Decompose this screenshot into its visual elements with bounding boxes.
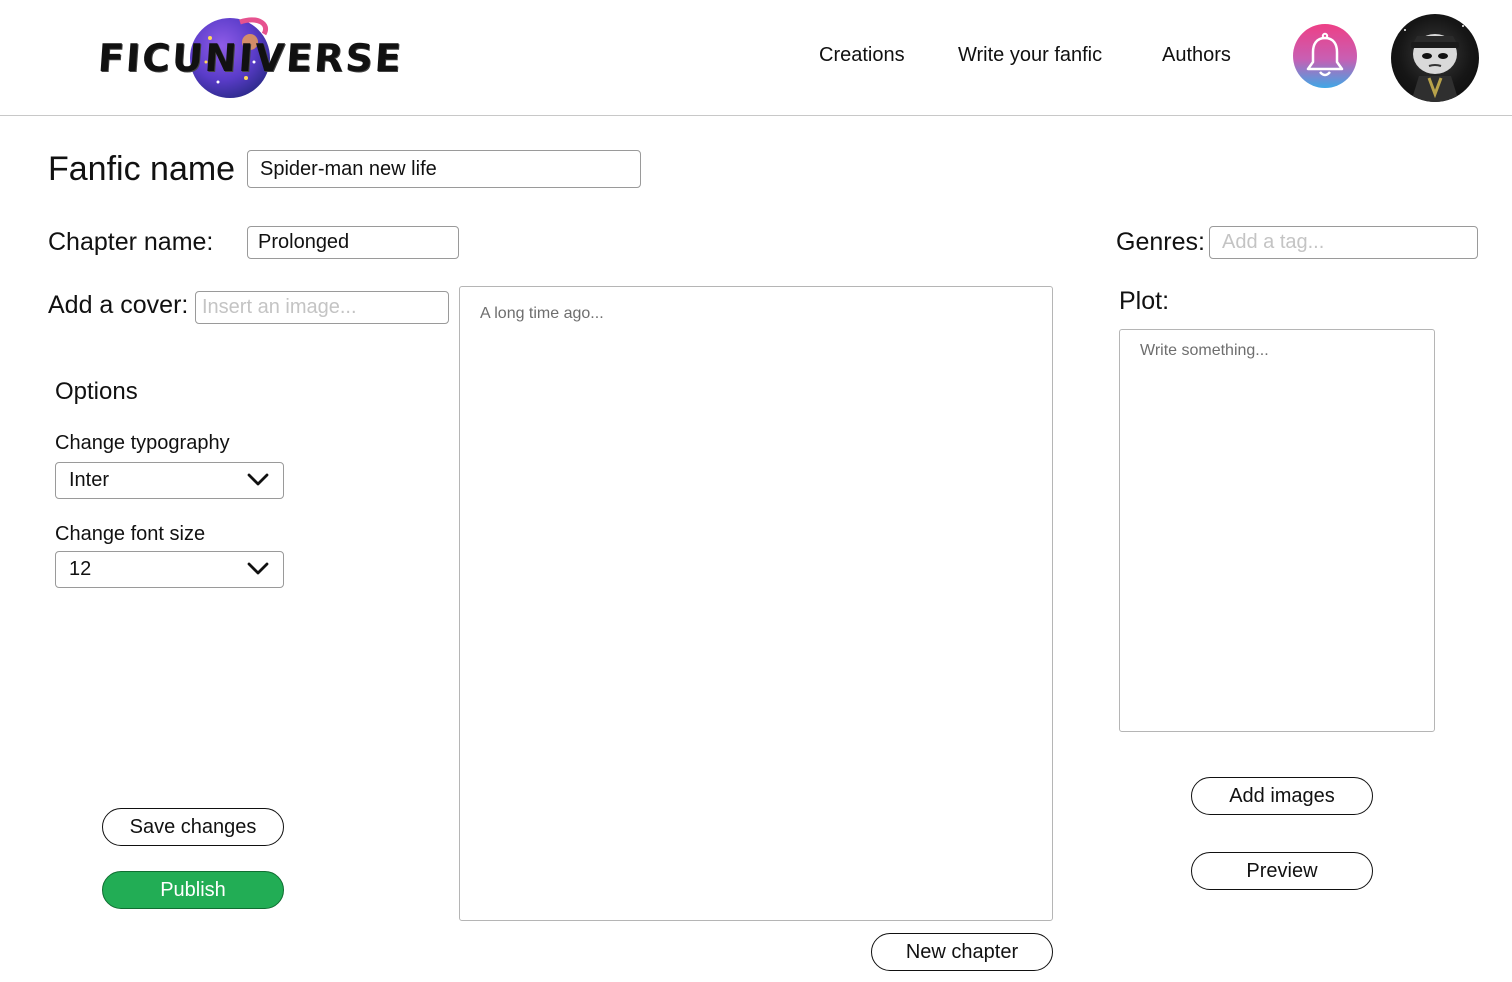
chapter-name-label: Chapter name:	[48, 228, 214, 256]
story-editor[interactable]	[459, 286, 1053, 921]
fanfic-name-input[interactable]	[247, 150, 641, 188]
plot-textarea[interactable]	[1119, 329, 1435, 732]
user-avatar-icon	[1404, 25, 1464, 102]
cover-image-input[interactable]	[195, 291, 449, 324]
font-size-select[interactable]: 12	[55, 551, 284, 588]
add-images-button[interactable]: Add images	[1191, 777, 1373, 815]
chapter-name-input[interactable]	[247, 226, 459, 259]
nav-authors[interactable]: Authors	[1162, 44, 1231, 67]
font-size-label: Change font size	[55, 523, 206, 545]
font-size-value: 12	[69, 558, 92, 580]
nav-write-your-fanfic[interactable]: Write your fanfic	[958, 44, 1102, 67]
fanfic-name-label: Fanfic name	[48, 150, 236, 188]
preview-button[interactable]: Preview	[1191, 852, 1373, 890]
save-changes-button[interactable]: Save changes	[102, 808, 284, 846]
chevron-down-icon	[247, 562, 269, 575]
cover-label: Add a cover:	[48, 291, 189, 319]
top-header: FICUNIVERSE Creations Write your fanfic …	[0, 0, 1512, 116]
typography-label: Change typography	[55, 432, 230, 454]
logo-text: FICUNIVERSE	[96, 36, 405, 80]
nav-creations[interactable]: Creations	[819, 44, 905, 67]
chevron-down-icon	[247, 473, 269, 486]
logo[interactable]: FICUNIVERSE	[96, 8, 404, 108]
notifications-button[interactable]	[1293, 24, 1357, 88]
publish-button[interactable]: Publish	[102, 871, 284, 909]
genres-tag-input[interactable]	[1209, 226, 1478, 259]
bell-icon	[1306, 32, 1344, 77]
typography-select[interactable]: Inter	[55, 462, 284, 499]
typography-value: Inter	[69, 469, 110, 491]
options-heading: Options	[55, 378, 138, 405]
new-chapter-button[interactable]: New chapter	[871, 933, 1053, 971]
genres-label: Genres:	[1116, 228, 1205, 256]
avatar[interactable]	[1391, 14, 1479, 102]
plot-label: Plot:	[1119, 287, 1170, 315]
